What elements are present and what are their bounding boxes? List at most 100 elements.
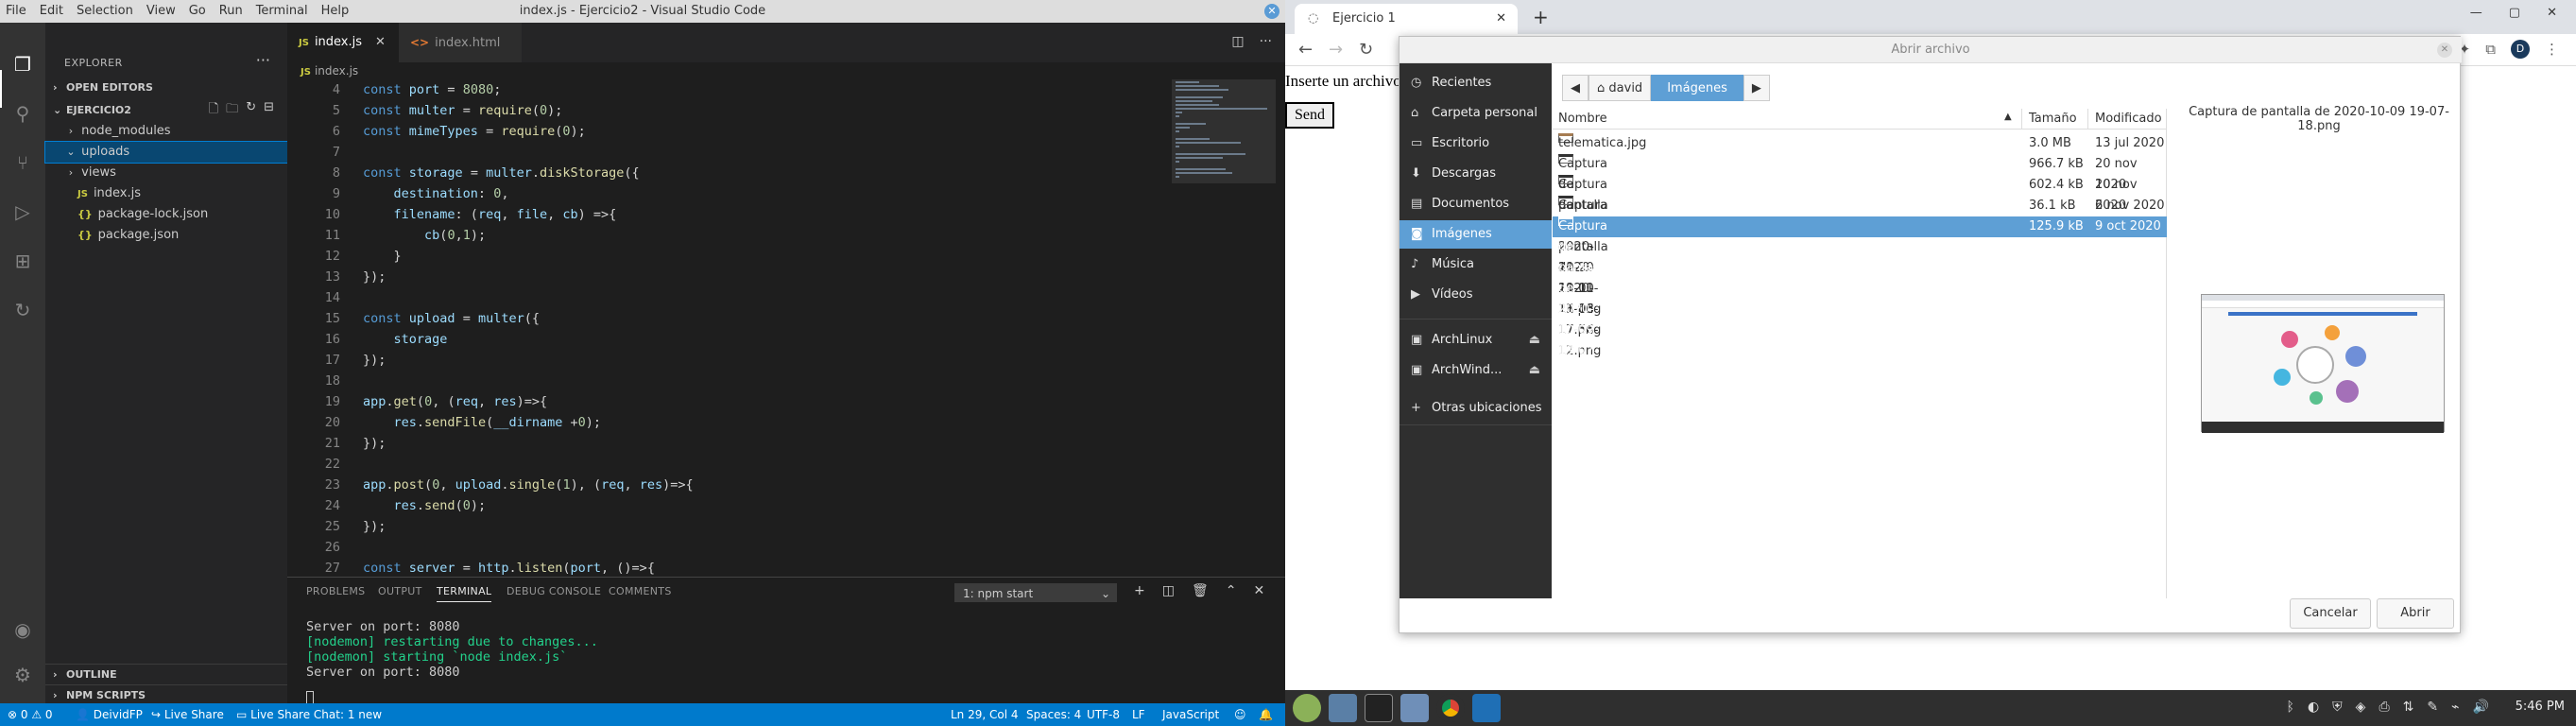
code-line[interactable]: 11 cb(0,1); <box>287 225 1157 246</box>
tree-item-package-json[interactable]: {} package.json <box>45 225 287 246</box>
collapse-all-icon[interactable]: ⊟ <box>264 100 274 121</box>
live-share-chat-status[interactable]: ▭ Live Share Chat: 1 new <box>236 703 382 726</box>
cancel-button[interactable]: Cancelar <box>2290 598 2371 629</box>
tab-index-html[interactable]: <> index.html <box>399 23 522 62</box>
column-modified[interactable]: Modificado <box>2095 112 2162 126</box>
code-editor[interactable]: 4 const port = 8080; 5 const multer = requi… <box>287 79 1157 620</box>
avatar[interactable]: D <box>2511 40 2530 59</box>
open-button[interactable]: Abrir <box>2377 598 2454 629</box>
code-line[interactable]: 8 const storage = multer.diskStorage({ <box>287 163 1157 183</box>
encoding[interactable]: UTF-8 <box>1087 703 1120 726</box>
tree-item-uploads[interactable]: ⌄ uploads <box>44 141 288 164</box>
code-line[interactable]: 10 filename: (req, file, cb) =>{ <box>287 204 1157 225</box>
tab-comments[interactable]: COMMENTS <box>609 585 672 597</box>
tab-index-js[interactable]: JS index.js ✕ <box>287 23 399 62</box>
run-debug-icon[interactable]: ▷ <box>11 200 34 223</box>
user-status[interactable]: 👤 DeividFP <box>76 703 143 726</box>
file-row[interactable]: Captura de pantalla de 2020-11-10 16-18-… <box>1553 175 2167 337</box>
place-musica[interactable]: ♪ Música <box>1400 251 1552 279</box>
new-tab-icon[interactable]: + <box>1533 6 1549 28</box>
add-terminal-icon[interactable]: + <box>1134 583 1145 598</box>
puzzle-icon[interactable]: ⧉ <box>2485 41 2496 58</box>
place-escritorio[interactable]: ▭ Escritorio <box>1400 130 1552 158</box>
more-actions-icon[interactable]: ··· <box>256 51 270 69</box>
live-share-status[interactable]: ↪ Live Share <box>151 703 224 726</box>
column-size[interactable]: Tamaño <box>2029 112 2077 126</box>
files-icon[interactable] <box>1400 694 1429 722</box>
code-line[interactable]: 22 <box>287 454 1157 475</box>
place-descargas[interactable]: ⬇ Descargas <box>1400 160 1552 188</box>
code-line[interactable]: 21}); <box>287 433 1157 454</box>
close-icon[interactable]: ✕ <box>2547 6 2557 20</box>
terminal-select[interactable]: 1: npm start ⌄ <box>954 583 1117 602</box>
menu-go[interactable]: Go <box>189 4 206 18</box>
code-line[interactable]: 14 <box>287 287 1157 308</box>
printer-icon[interactable]: ⎙ <box>2379 700 2389 715</box>
tab-debug-console[interactable]: DEBUG CONSOLE <box>507 585 601 597</box>
forward-icon[interactable]: → <box>1329 40 1343 60</box>
terminal-icon[interactable] <box>1365 694 1393 722</box>
maximize-panel-icon[interactable]: ⌃ <box>1226 583 1237 598</box>
tree-item-node-modules[interactable]: › node_modules <box>45 121 287 142</box>
place-archwindows[interactable]: ▣ ArchWind... ⏏ <box>1400 356 1552 385</box>
code-line[interactable]: 9 destination: 0, <box>287 183 1157 204</box>
code-line[interactable]: 19 app.get(0, (req, res)=>{ <box>287 391 1157 412</box>
new-folder-icon[interactable]: 🗀 <box>226 100 238 121</box>
code-line[interactable]: 17}); <box>287 350 1157 371</box>
source-control-icon[interactable]: ⑂ <box>11 151 34 174</box>
account-icon[interactable]: ◉ <box>11 618 34 641</box>
clock[interactable]: 5:46 PM <box>2516 700 2565 714</box>
code-line[interactable]: 24 res.send(0); <box>287 495 1157 516</box>
more-actions-icon[interactable]: ··· <box>1260 34 1272 49</box>
language-mode[interactable]: JavaScript <box>1162 703 1219 726</box>
tree-item-views[interactable]: › views <box>45 163 287 183</box>
code-line[interactable]: 26 <box>287 537 1157 558</box>
feedback-icon[interactable]: ☺ <box>1234 703 1246 726</box>
code-line[interactable]: 5 const multer = require(0); <box>287 100 1157 121</box>
menu-help[interactable]: Help <box>321 4 350 18</box>
file-row[interactable]: telematica.jpg 3.0 MB 13 jul 2020 <box>1553 133 2167 154</box>
menu-edit[interactable]: Edit <box>40 4 63 18</box>
place-otras-ubicaciones[interactable]: + Otras ubicaciones <box>1400 394 1552 423</box>
code-line[interactable]: 13}); <box>287 267 1157 287</box>
minimize-icon[interactable]: — <box>2470 6 2482 20</box>
place-carpeta-personal[interactable]: ⌂ Carpeta personal <box>1400 99 1552 128</box>
code-line[interactable]: 12 } <box>287 246 1157 267</box>
code-line[interactable]: 4 const port = 8080; <box>287 79 1157 100</box>
tab-terminal[interactable]: TERMINAL <box>437 585 492 602</box>
code-line[interactable]: 23 app.post(0, upload.single(1), (req, re… <box>287 475 1157 495</box>
bluetooth-icon[interactable]: ᛒ <box>2287 700 2294 715</box>
new-file-icon[interactable]: 🗋 <box>209 100 218 121</box>
live-share-icon[interactable]: ↻ <box>11 299 34 321</box>
reload-icon[interactable]: ↻ <box>1359 40 1373 60</box>
close-panel-icon[interactable]: ✕ <box>1253 583 1264 598</box>
eol[interactable]: LF <box>1132 703 1145 726</box>
tab-output[interactable]: OUTPUT <box>378 585 422 597</box>
code-line[interactable]: 6 const mimeTypes = require(0); <box>287 121 1157 142</box>
notifications-icon[interactable]: 🔔 <box>1259 703 1273 726</box>
path-forward-icon[interactable]: ▶ <box>1743 75 1770 101</box>
sort-icon[interactable]: ▲ <box>2004 112 2012 122</box>
menu-selection[interactable]: Selection <box>77 4 133 18</box>
menu-view[interactable]: View <box>146 4 176 18</box>
menu-terminal[interactable]: Terminal <box>256 4 308 18</box>
open-editors-section[interactable]: › OPEN EDITORS <box>45 78 287 98</box>
search-icon[interactable]: ⚲ <box>11 102 34 125</box>
tree-item-package-lock[interactable]: {} package-lock.json <box>45 204 287 225</box>
chrome-icon[interactable] <box>1436 694 1465 722</box>
code-line[interactable]: 16 storage <box>287 329 1157 350</box>
eject-icon[interactable]: ⏏ <box>1529 326 1540 354</box>
split-terminal-icon[interactable]: ◫ <box>1162 583 1175 598</box>
code-line[interactable]: 27 const server = http.listen(port, ()=>{ <box>287 558 1157 579</box>
maximize-icon[interactable]: ▢ <box>2509 6 2520 20</box>
volume-icon[interactable]: 🔊 <box>2473 700 2489 715</box>
mint-menu-icon[interactable] <box>1293 694 1321 722</box>
close-tab-icon[interactable]: ✕ <box>375 35 386 49</box>
terminal-output[interactable]: Server on port: 8080 [nodemon] restarting… <box>306 619 598 680</box>
path-segment-current[interactable]: Imágenes <box>1651 75 1743 101</box>
path-back-icon[interactable]: ◀ <box>1562 75 1589 101</box>
code-line[interactable]: 7 <box>287 142 1157 163</box>
trash-icon[interactable]: 🗑 <box>1192 583 1209 598</box>
code-line[interactable]: 18 <box>287 371 1157 391</box>
outline-section[interactable]: › OUTLINE <box>45 664 287 684</box>
